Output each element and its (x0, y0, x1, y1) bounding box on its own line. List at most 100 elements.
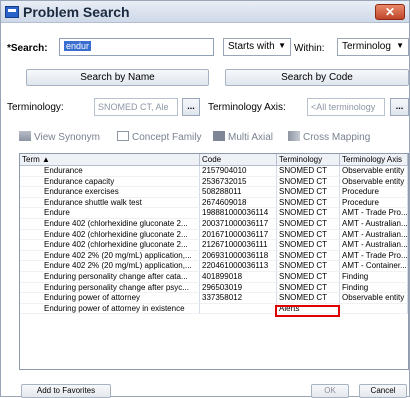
terminology-cell: SNOMED CT (277, 271, 340, 283)
code-cell: 401899018 (200, 271, 277, 283)
terminology-cell: SNOMED CT (277, 176, 340, 188)
cross-mapping-icon (288, 131, 300, 141)
search-by-code-button[interactable]: Search by Code (225, 69, 409, 86)
table-row[interactable]: Enduring power of attorney in existence A… (20, 303, 408, 317)
add-to-favorites-button[interactable]: Add to Favorites (21, 384, 111, 398)
synonym-icon (19, 131, 31, 141)
terminology-cell: SNOMED CT (277, 282, 340, 294)
close-button[interactable]: ✕ (375, 4, 405, 20)
match-mode-value: Starts with (228, 41, 275, 52)
concept-family-button[interactable]: Concept Family (117, 131, 201, 143)
concept-family-icon (117, 131, 129, 141)
term-cell: Endurance exercises (20, 187, 200, 198)
terminology-cell: SNOMED CT (277, 229, 340, 241)
within-value: Terminolog (342, 41, 391, 52)
cross-mapping-button[interactable]: Cross Mapping (288, 131, 370, 143)
code-cell: 201671000036117 (200, 229, 277, 241)
cancel-button[interactable]: Cancel (359, 384, 407, 398)
table-row[interactable]: Endure 402 (chlorhexidine gluconate 2...… (20, 240, 408, 251)
code-cell: 206931000036118 (200, 250, 277, 262)
axis-cell: AMT - Australian... (340, 240, 408, 251)
table-row[interactable]: Endure 402 (chlorhexidine gluconate 2...… (20, 229, 408, 241)
table-row[interactable]: Endurance 2157904010 SNOMED CT Observable e… (20, 166, 408, 177)
terminology-field[interactable]: SNOMED CT, Ale (94, 98, 178, 116)
axis-cell: AMT - Container... (340, 261, 408, 272)
table-header: Term ▲ Code Terminology Terminology Axis (20, 154, 408, 166)
axis-cell: Procedure (340, 197, 408, 209)
terminology-label: Terminology: (7, 102, 64, 113)
terminology-cell: SNOMED CT (277, 240, 340, 251)
terminology-cell: SNOMED CT (277, 197, 340, 209)
table-row[interactable]: Endurance exercises 508288011 SNOMED CT Pro… (20, 187, 408, 198)
axis-cell: Procedure (340, 187, 408, 198)
terminology-cell: SNOMED CT (277, 293, 340, 304)
table-row[interactable]: Enduring personality change after psyc..… (20, 282, 408, 294)
code-cell: 220461000036113 (200, 261, 277, 272)
match-mode-select[interactable]: Starts with ▼ (223, 38, 291, 56)
column-header-code[interactable]: Code (200, 154, 277, 166)
terminology-axis-label: Terminology Axis: (208, 102, 286, 113)
terminology-cell: SNOMED CT (277, 250, 340, 262)
chevron-down-icon: ▼ (396, 41, 404, 50)
terminology-cell: SNOMED CT (277, 261, 340, 272)
code-cell: 337358012 (200, 293, 277, 304)
multi-axial-button[interactable]: Multi Axial (213, 131, 273, 143)
table-row[interactable]: Endure 198881000036114 SNOMED CT AMT - Trad… (20, 208, 408, 219)
code-cell: 200371000036117 (200, 218, 277, 230)
axis-cell (340, 303, 408, 315)
table-row[interactable]: Endurance capacity 2536732015 SNOMED CT Obs… (20, 176, 408, 188)
table-row[interactable]: Enduring personality change after cata..… (20, 271, 408, 283)
search-by-name-button[interactable]: Search by Name (26, 69, 209, 86)
term-cell: Enduring personality change after psyc..… (20, 282, 200, 294)
table-row[interactable]: Endure 402 (chlorhexidine gluconate 2...… (20, 218, 408, 230)
term-cell: Endure 402 2% (20 mg/mL) application,... (20, 261, 200, 272)
multi-axial-label: Multi Axial (228, 132, 274, 143)
code-cell: 508288011 (200, 187, 277, 198)
axis-cell: Observable entity (340, 166, 408, 177)
terminology-axis-browse-button[interactable]: ... (390, 98, 409, 116)
terminology-axis-field[interactable]: <All terminology (307, 98, 385, 116)
axis-cell: AMT - Trade Pro... (340, 208, 408, 219)
axis-cell: Observable entity (340, 293, 408, 304)
column-header-terminology-axis[interactable]: Terminology Axis (340, 154, 408, 166)
concept-family-label: Concept Family (132, 132, 202, 143)
code-cell: 2536732015 (200, 176, 277, 188)
term-cell: Enduring power of attorney in existence (20, 303, 200, 315)
terminology-browse-button[interactable]: ... (182, 98, 200, 116)
code-cell: 198881000036114 (200, 208, 277, 219)
ok-button[interactable]: OK (311, 384, 349, 398)
term-cell: Endurance capacity (20, 176, 200, 188)
title-bar: Problem Search ✕ (1, 1, 409, 23)
within-label: Within: (294, 43, 325, 54)
term-cell: Endurance (20, 166, 200, 177)
column-header-terminology[interactable]: Terminology (277, 154, 340, 166)
table-row[interactable]: Endurance shuttle walk test 2674609018 SNO… (20, 197, 408, 209)
search-input[interactable]: endur (59, 38, 214, 56)
column-header-term[interactable]: Term ▲ (20, 154, 200, 166)
code-cell: 2674609018 (200, 197, 277, 209)
table-row[interactable]: Endure 402 2% (20 mg/mL) application,...… (20, 261, 408, 272)
within-select[interactable]: Terminolog ▼ (337, 38, 409, 56)
term-cell: Endure 402 (chlorhexidine gluconate 2... (20, 218, 200, 230)
axis-cell: Observable entity (340, 176, 408, 188)
table-row[interactable]: Enduring power of attorney 337358012 SNOME… (20, 293, 408, 304)
table-row[interactable]: Endure 402 2% (20 mg/mL) application,...… (20, 250, 408, 262)
search-input-value: endur (64, 41, 92, 51)
axis-cell: AMT - Trade Pro... (340, 250, 408, 262)
view-synonym-label: View Synonym (34, 132, 100, 143)
terminology-cell: SNOMED CT (277, 208, 340, 219)
chevron-down-icon: ▼ (278, 41, 286, 50)
axis-cell: Finding (340, 282, 408, 294)
code-cell: 212671000036111 (200, 240, 277, 251)
axis-cell: AMT - Australian... (340, 218, 408, 230)
dialog-title: Problem Search (23, 4, 130, 20)
code-cell (200, 303, 277, 315)
table-body: Endurance 2157904010 SNOMED CT Observable e… (20, 166, 408, 317)
axis-cell: Finding (340, 271, 408, 283)
view-synonym-button[interactable]: View Synonym (19, 131, 100, 143)
term-cell: Endure 402 (chlorhexidine gluconate 2... (20, 229, 200, 241)
terminology-cell: SNOMED CT (277, 187, 340, 198)
term-cell: Enduring power of attorney (20, 293, 200, 304)
term-cell: Endure 402 2% (20 mg/mL) application,... (20, 250, 200, 262)
axis-cell: AMT - Australian... (340, 229, 408, 241)
